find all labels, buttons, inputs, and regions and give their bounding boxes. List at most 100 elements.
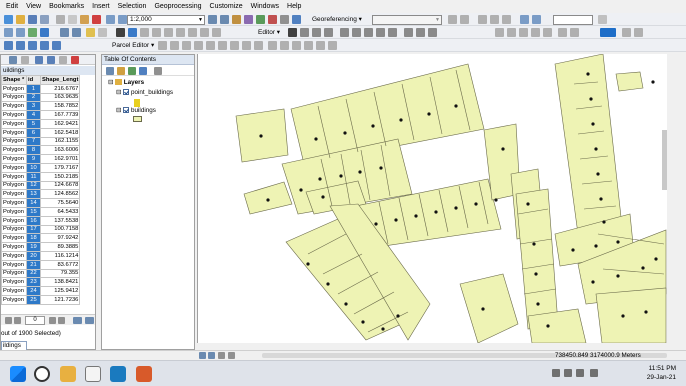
building-point[interactable]: [651, 80, 655, 84]
parcel-tool-k-icon[interactable]: [218, 41, 227, 50]
building-point[interactable]: [481, 307, 485, 311]
parcel-tool-d-icon[interactable]: [40, 41, 49, 50]
parcel-tool-a-icon[interactable]: [4, 41, 13, 50]
building-point[interactable]: [526, 202, 530, 206]
building-point[interactable]: [654, 257, 658, 261]
tool-g-icon[interactable]: [570, 28, 579, 37]
table-row[interactable]: Polygon 23 138.8421: [1, 277, 81, 288]
delete-icon[interactable]: [92, 15, 101, 24]
tool-d-icon[interactable]: [531, 28, 540, 37]
building-point[interactable]: [358, 170, 362, 174]
pan-icon[interactable]: [28, 28, 37, 37]
map-canvas[interactable]: [198, 54, 667, 343]
building-point[interactable]: [326, 282, 330, 286]
python-icon[interactable]: [268, 15, 277, 24]
straight-segment-icon[interactable]: [312, 28, 321, 37]
menu-item-windows[interactable]: Windows: [247, 0, 283, 13]
table-row[interactable]: Polygon 10 179.7167: [1, 162, 81, 173]
parcel-tool-t-icon[interactable]: [328, 41, 337, 50]
shift-icon[interactable]: [460, 15, 469, 24]
parcel-tool-q-icon[interactable]: [292, 41, 301, 50]
toc-options-icon[interactable]: [154, 67, 162, 75]
table-row[interactable]: Polygon 2 163.9635: [1, 92, 81, 103]
paste-icon[interactable]: [80, 15, 89, 24]
file-explorer-icon[interactable]: [60, 366, 76, 382]
table-row[interactable]: Polygon 1 216.6767: [1, 83, 81, 94]
new-map-icon[interactable]: [4, 15, 13, 24]
building-point[interactable]: [616, 240, 620, 244]
parcel-tool-p-icon[interactable]: [280, 41, 289, 50]
layer-visibility-checkbox[interactable]: [123, 107, 130, 114]
building-point[interactable]: [621, 314, 625, 318]
time-slider-icon[interactable]: [176, 28, 185, 37]
related-tables-icon[interactable]: [21, 56, 29, 64]
parcel-tool-g-icon[interactable]: [170, 41, 179, 50]
parcel-tool-e-icon[interactable]: [52, 41, 61, 50]
tool-e-icon[interactable]: [543, 28, 552, 37]
print-icon[interactable]: [40, 15, 49, 24]
zoom-out-tool-icon[interactable]: [16, 28, 25, 37]
network-icon[interactable]: [564, 369, 572, 377]
hyperlink-icon[interactable]: [164, 28, 173, 37]
table-row[interactable]: Polygon 11 150.2185: [1, 171, 81, 182]
pause-drawing-icon[interactable]: [228, 352, 235, 359]
editor-menu[interactable]: Editor ▾: [258, 27, 280, 38]
arctoolbox-icon[interactable]: [256, 15, 265, 24]
forward-extent-icon[interactable]: [72, 28, 81, 37]
tool-c-icon[interactable]: [519, 28, 528, 37]
table-options-icon[interactable]: [9, 56, 17, 64]
windows-start-icon[interactable]: [10, 366, 26, 382]
building-point[interactable]: [454, 206, 458, 210]
list-by-visibility-icon[interactable]: [128, 67, 136, 75]
attributes-icon[interactable]: [404, 28, 413, 37]
building-point[interactable]: [427, 112, 431, 116]
building-point[interactable]: [616, 274, 620, 278]
table-row[interactable]: Polygon 5 162.9421: [1, 118, 81, 129]
record-number-input[interactable]: 0: [25, 316, 45, 325]
save-icon[interactable]: [28, 15, 37, 24]
list-by-source-icon[interactable]: [117, 67, 125, 75]
building-point[interactable]: [259, 134, 263, 138]
building-point[interactable]: [586, 72, 590, 76]
parcel-tool-o-icon[interactable]: [268, 41, 277, 50]
table-row[interactable]: Polygon 14 75.5640: [1, 198, 81, 208]
building-point[interactable]: [381, 327, 385, 331]
first-record-icon[interactable]: [5, 317, 12, 324]
building-point[interactable]: [534, 272, 538, 276]
table-row[interactable]: Polygon 12 124.6678: [1, 180, 81, 191]
layout-view-icon[interactable]: [208, 352, 215, 359]
edit-vertices-icon[interactable]: [340, 28, 349, 37]
table-row[interactable]: Polygon 9 162.9701: [1, 154, 81, 164]
rotate-tool-icon[interactable]: [388, 28, 397, 37]
table-row[interactable]: Polygon 8 163.6006: [1, 145, 81, 156]
create-features-icon[interactable]: [428, 28, 437, 37]
building-point[interactable]: [394, 218, 398, 222]
building-point[interactable]: [596, 172, 600, 176]
clear-selection-icon[interactable]: [98, 28, 107, 37]
building-point[interactable]: [399, 118, 403, 122]
parcel-tool-i-icon[interactable]: [194, 41, 203, 50]
building-point[interactable]: [474, 202, 478, 206]
building-point[interactable]: [434, 210, 438, 214]
refresh-icon[interactable]: [218, 352, 225, 359]
table-row[interactable]: Polygon 16 137.5538: [1, 215, 81, 226]
add-control-points-icon[interactable]: [478, 15, 487, 24]
table-row[interactable]: Polygon 17 100.7158: [1, 224, 81, 235]
undo-icon[interactable]: [106, 15, 115, 24]
building-point[interactable]: [344, 302, 348, 306]
more-tools-icon[interactable]: [598, 15, 607, 24]
building-point[interactable]: [602, 220, 606, 224]
building-point[interactable]: [536, 302, 540, 306]
building-point[interactable]: [321, 195, 325, 199]
chevron-up-icon[interactable]: [552, 369, 560, 377]
menu-item-bookmarks[interactable]: Bookmarks: [45, 0, 88, 13]
show-all-records-icon[interactable]: [73, 317, 82, 324]
edit-tool-icon[interactable]: [288, 28, 297, 37]
building-point[interactable]: [589, 97, 593, 101]
tool-a-icon[interactable]: [495, 28, 504, 37]
building-point[interactable]: [361, 320, 365, 324]
map-view[interactable]: [197, 54, 667, 343]
cut-polygons-icon[interactable]: [364, 28, 373, 37]
building-polygon[interactable]: [459, 273, 519, 343]
table-tab[interactable]: uildings: [1, 66, 95, 75]
